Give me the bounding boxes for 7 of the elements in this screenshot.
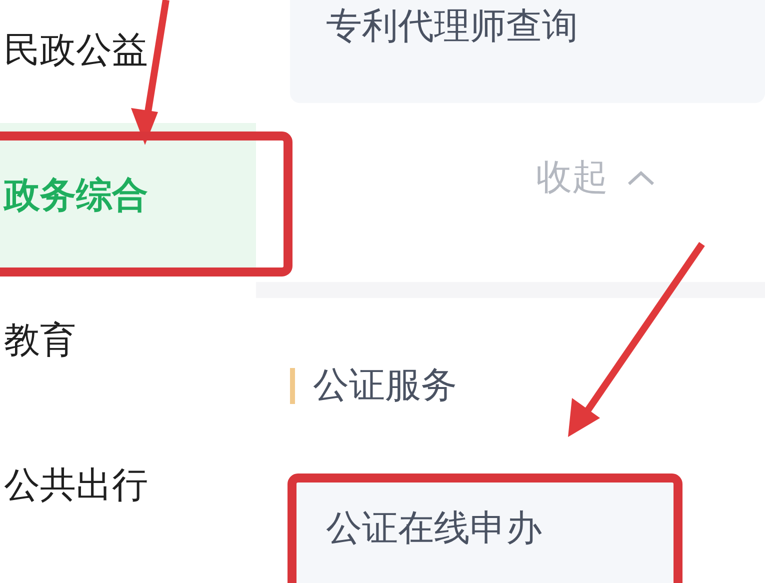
chevron-up-icon [626,168,656,187]
section-title: 公证服务 [313,364,457,408]
service-card[interactable]: 专利代理师查询 [290,0,765,104]
sidebar-item[interactable]: 公共出行 [0,413,256,558]
sidebar-item[interactable]: 民政公益 [0,0,256,123]
section-accent-bar [290,368,295,404]
sidebar-item[interactable]: 教育 [0,268,256,413]
